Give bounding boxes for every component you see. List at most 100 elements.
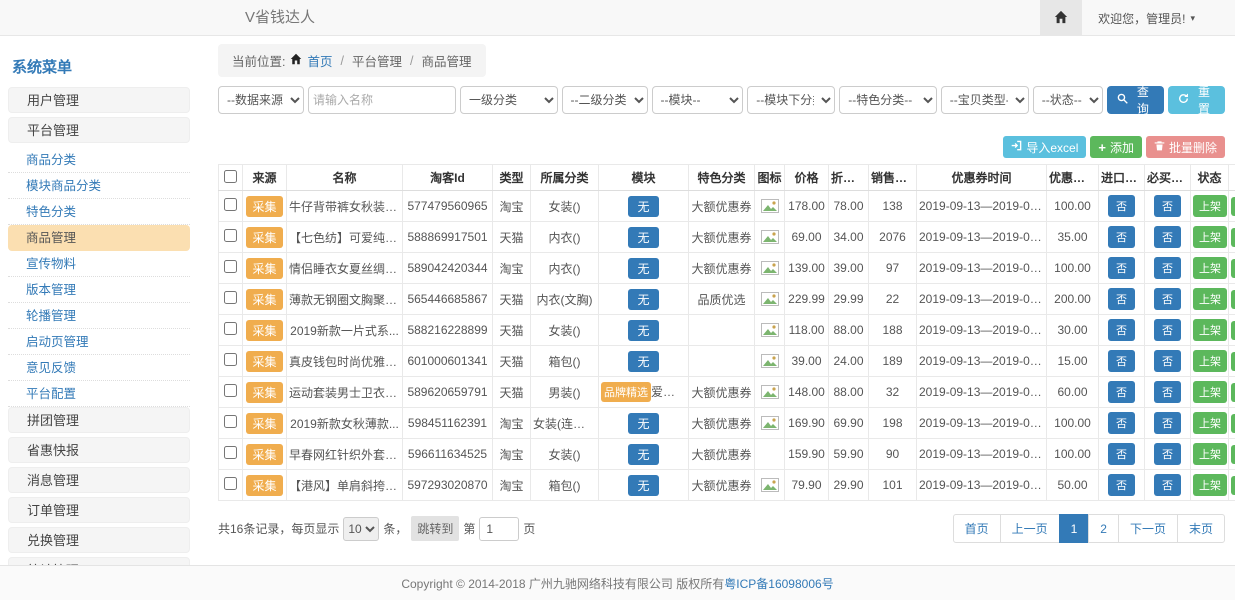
level2-category-filter[interactable]: --二级分类--	[562, 86, 648, 114]
row-checkbox[interactable]	[224, 291, 237, 304]
must-buy-toggle-button[interactable]: 否	[1154, 319, 1181, 341]
page-button-首页[interactable]: 首页	[953, 514, 1001, 543]
imported-toggle-button[interactable]: 否	[1108, 412, 1135, 434]
edit-button[interactable]	[1231, 383, 1235, 402]
must-buy-toggle-button[interactable]: 否	[1154, 350, 1181, 372]
imported-toggle-button[interactable]: 否	[1108, 443, 1135, 465]
data-source-filter[interactable]: --数据来源--	[218, 86, 304, 114]
sidebar-item-启动页管理[interactable]: 启动页管理	[8, 329, 190, 355]
status-button[interactable]: 上架	[1193, 474, 1227, 496]
sidebar-item-商品管理[interactable]: 商品管理	[8, 225, 190, 251]
row-checkbox[interactable]	[224, 229, 237, 242]
status-filter[interactable]: --状态--	[1033, 86, 1103, 114]
imported-toggle-button[interactable]: 否	[1108, 226, 1135, 248]
select-all-checkbox[interactable]	[224, 170, 237, 183]
page-button-1[interactable]: 1	[1059, 514, 1090, 543]
cell-coupon-amount: 200.00	[1047, 284, 1099, 315]
edit-button[interactable]	[1231, 352, 1235, 371]
must-buy-toggle-button[interactable]: 否	[1154, 412, 1181, 434]
edit-button[interactable]	[1231, 321, 1235, 340]
imported-toggle-button[interactable]: 否	[1108, 474, 1135, 496]
status-button[interactable]: 上架	[1193, 319, 1227, 341]
cell-imported: 否	[1099, 377, 1145, 408]
row-checkbox[interactable]	[224, 446, 237, 459]
breadcrumb-home-link[interactable]: 首页	[307, 51, 332, 70]
page-button-末页[interactable]: 末页	[1177, 514, 1225, 543]
feature-category-filter[interactable]: --特色分类--	[839, 86, 937, 114]
item-type-filter[interactable]: --宝贝类型--	[941, 86, 1029, 114]
sidebar-item-省惠快报[interactable]: 省惠快报	[8, 437, 190, 463]
cell-imported: 否	[1099, 315, 1145, 346]
sidebar-item-商品分类[interactable]: 商品分类	[8, 147, 190, 173]
operations-group	[1231, 445, 1235, 464]
page-button-下一页[interactable]: 下一页	[1118, 514, 1178, 543]
edit-button[interactable]	[1231, 414, 1235, 433]
search-button[interactable]: 查询	[1107, 86, 1164, 114]
sidebar-item-版本管理[interactable]: 版本管理	[8, 277, 190, 303]
row-checkbox[interactable]	[224, 384, 237, 397]
jump-button[interactable]: 跳转到	[411, 516, 459, 541]
home-button[interactable]	[1040, 0, 1082, 36]
sidebar-item-订单管理[interactable]: 订单管理	[8, 497, 190, 523]
module-subcategory-filter[interactable]: --模块下分类--	[747, 86, 835, 114]
row-checkbox[interactable]	[224, 415, 237, 428]
must-buy-toggle-button[interactable]: 否	[1154, 257, 1181, 279]
row-checkbox[interactable]	[224, 353, 237, 366]
edit-button[interactable]	[1231, 476, 1235, 495]
name-input[interactable]	[308, 86, 456, 114]
edit-button[interactable]	[1231, 197, 1235, 216]
add-button[interactable]: + 添加	[1090, 136, 1142, 158]
sidebar-item-轮播管理[interactable]: 轮播管理	[8, 303, 190, 329]
must-buy-toggle-button[interactable]: 否	[1154, 195, 1181, 217]
status-button[interactable]: 上架	[1193, 257, 1227, 279]
sidebar-item-消息管理[interactable]: 消息管理	[8, 467, 190, 493]
page-button-上一页[interactable]: 上一页	[1000, 514, 1060, 543]
user-menu[interactable]: 欢迎您，管理员! ▾	[1082, 0, 1235, 36]
must-buy-toggle-button[interactable]: 否	[1154, 288, 1181, 310]
imported-toggle-button[interactable]: 否	[1108, 195, 1135, 217]
import-excel-button[interactable]: 导入excel	[1003, 136, 1086, 158]
imported-toggle-button[interactable]: 否	[1108, 257, 1135, 279]
page-number-input[interactable]	[479, 517, 519, 541]
status-button[interactable]: 上架	[1193, 288, 1227, 310]
sidebar-item-意见反馈[interactable]: 意见反馈	[8, 355, 190, 381]
row-checkbox[interactable]	[224, 260, 237, 273]
sidebar-item-用户管理[interactable]: 用户管理	[8, 87, 190, 113]
status-button[interactable]: 上架	[1193, 443, 1227, 465]
row-checkbox[interactable]	[224, 477, 237, 490]
status-button[interactable]: 上架	[1193, 226, 1227, 248]
sidebar-item-兑换管理[interactable]: 兑换管理	[8, 527, 190, 553]
edit-button[interactable]	[1231, 228, 1235, 247]
sidebar-item-平台配置[interactable]: 平台配置	[8, 381, 190, 407]
icp-link[interactable]: 粤ICP备16098006号	[724, 575, 833, 592]
row-checkbox[interactable]	[224, 322, 237, 335]
status-button[interactable]: 上架	[1193, 350, 1227, 372]
sidebar-item-宣传物料[interactable]: 宣传物料	[8, 251, 190, 277]
imported-toggle-button[interactable]: 否	[1108, 381, 1135, 403]
status-button[interactable]: 上架	[1193, 412, 1227, 434]
page-button-2[interactable]: 2	[1088, 514, 1119, 543]
cell-imported: 否	[1099, 253, 1145, 284]
must-buy-toggle-button[interactable]: 否	[1154, 226, 1181, 248]
status-button[interactable]: 上架	[1193, 195, 1227, 217]
imported-toggle-button[interactable]: 否	[1108, 350, 1135, 372]
edit-button[interactable]	[1231, 290, 1235, 309]
row-checkbox[interactable]	[224, 198, 237, 211]
module-filter[interactable]: --模块--	[652, 86, 744, 114]
level1-category-filter[interactable]: 一级分类	[460, 86, 558, 114]
reset-button[interactable]: 重置	[1168, 86, 1225, 114]
edit-button[interactable]	[1231, 259, 1235, 278]
imported-toggle-button[interactable]: 否	[1108, 288, 1135, 310]
sidebar-item-特色分类[interactable]: 特色分类	[8, 199, 190, 225]
imported-toggle-button[interactable]: 否	[1108, 319, 1135, 341]
status-button[interactable]: 上架	[1193, 381, 1227, 403]
must-buy-toggle-button[interactable]: 否	[1154, 443, 1181, 465]
per-page-select[interactable]: 10	[343, 517, 379, 541]
must-buy-toggle-button[interactable]: 否	[1154, 381, 1181, 403]
must-buy-toggle-button[interactable]: 否	[1154, 474, 1181, 496]
edit-button[interactable]	[1231, 445, 1235, 464]
batch-delete-button[interactable]: 批量删除	[1146, 136, 1225, 158]
sidebar-item-模块商品分类[interactable]: 模块商品分类	[8, 173, 190, 199]
sidebar-item-平台管理[interactable]: 平台管理	[8, 117, 190, 143]
sidebar-item-拼团管理[interactable]: 拼团管理	[8, 407, 190, 433]
